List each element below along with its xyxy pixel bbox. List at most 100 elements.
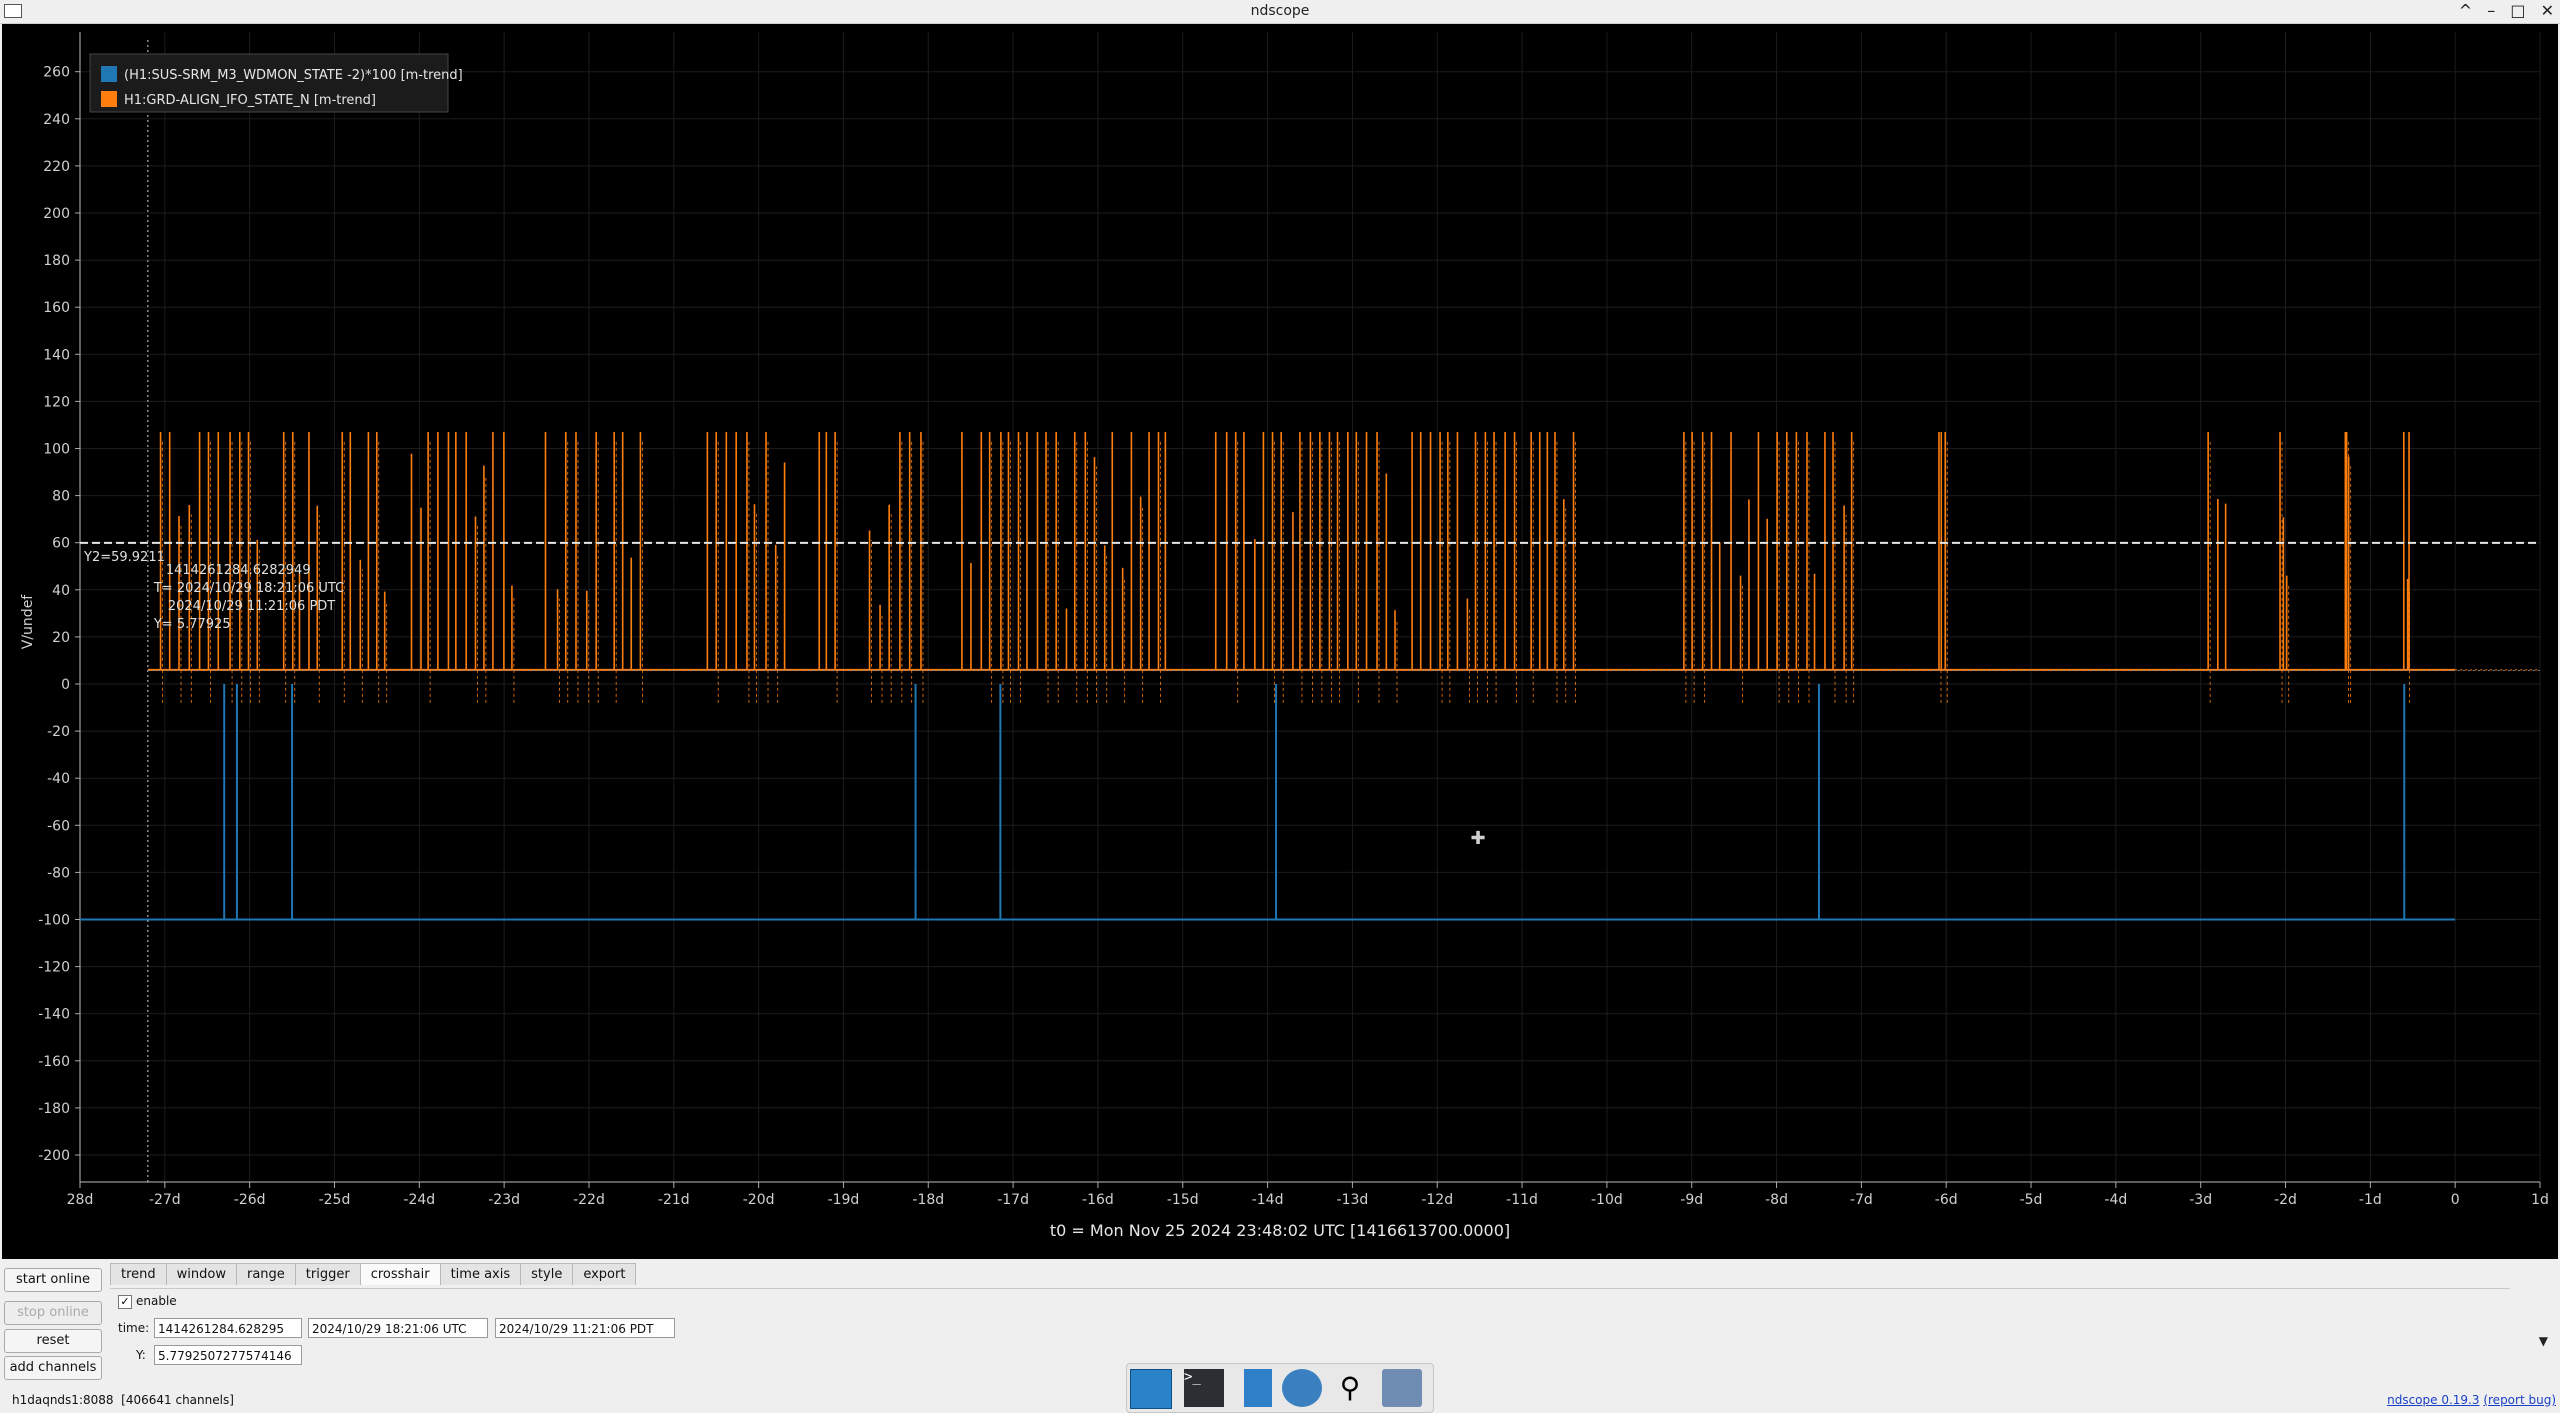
y-value-field[interactable]: 5.7792507277574146 <box>154 1345 302 1365</box>
search-icon[interactable]: ⚲ <box>1330 1369 1370 1407</box>
x-tick-label: 0 <box>2451 1192 2460 1208</box>
y2-label: Y2=59.9211 <box>83 550 165 565</box>
t0-label: t0 = Mon Nov 25 2024 23:48:02 UTC [14166… <box>1050 1221 1510 1240</box>
x-tick-label: -3d <box>2189 1192 2212 1208</box>
terminal-icon[interactable]: >_ <box>1184 1369 1224 1407</box>
tab-crosshair[interactable]: crosshair <box>359 1263 441 1285</box>
x-tick-label: -10d <box>1591 1192 1623 1208</box>
y-tick-label: 180 <box>43 253 70 269</box>
web-browser-icon[interactable] <box>1282 1369 1322 1407</box>
y-tick-label: -120 <box>38 960 70 976</box>
time-label: time: <box>118 1321 150 1335</box>
tab-time-axis[interactable]: time axis <box>439 1263 522 1285</box>
x-tick-label: 28d <box>67 1192 94 1208</box>
tab-range[interactable]: range <box>235 1263 296 1285</box>
y-tick-label: 40 <box>52 583 70 599</box>
y-tick-label: 160 <box>43 300 70 316</box>
y-tick-label: 200 <box>43 206 70 222</box>
crosshair-pdt: 2024/10/29 11:21:06 PDT <box>168 599 335 614</box>
y-axis-label: V/undef <box>20 594 36 650</box>
version-link[interactable]: ndscope 0.19.3 <box>2387 1393 2479 1407</box>
y-tick-label: 120 <box>43 394 70 410</box>
x-tick-label: -17d <box>997 1192 1029 1208</box>
trend-plot[interactable]: 260240220200180160140120100806040200-20-… <box>2 24 2558 1259</box>
x-tick-label: -25d <box>319 1192 351 1208</box>
y-tick-label: -40 <box>47 771 70 787</box>
legend-entry: (H1:SUS-SRM_M3_WDMON_STATE -2)*100 [m-tr… <box>124 68 463 83</box>
crosshair-gps: 1414261284.6282949 <box>166 563 311 578</box>
y-tick-label: 80 <box>52 489 70 505</box>
stop-online-button: stop online <box>4 1301 102 1325</box>
time-gps-field[interactable]: 1414261284.628295 <box>154 1318 302 1338</box>
tab-export[interactable]: export <box>572 1263 637 1285</box>
y-tick-label: 220 <box>43 159 70 175</box>
collapse-arrow-icon[interactable]: ▼ <box>2539 1334 2548 1348</box>
y-tick-label: -200 <box>38 1148 70 1164</box>
x-tick-label: -16d <box>1082 1192 1114 1208</box>
crosshair-y: Y= 5.77925 <box>153 617 231 632</box>
tab-trend[interactable]: trend <box>110 1263 167 1285</box>
reset-button[interactable]: reset <box>4 1329 102 1353</box>
x-tick-label: 1d <box>2531 1192 2549 1208</box>
crosshair-utc: T= 2024/10/29 18:21:06 UTC <box>153 581 344 596</box>
tab-trigger[interactable]: trigger <box>294 1263 361 1285</box>
x-tick-label: -5d <box>2020 1192 2043 1208</box>
settings-tabs: trend window range trigger crosshair time axi… <box>110 1263 637 1288</box>
x-tick-label: -11d <box>1506 1192 1538 1208</box>
y-tick-label: 0 <box>61 677 70 693</box>
y-tick-label: -100 <box>38 913 70 929</box>
x-tick-label: -1d <box>2359 1192 2382 1208</box>
minimize-icon[interactable]: – <box>2487 1 2495 20</box>
server-label: h1daqnds1:8088 <box>12 1393 114 1407</box>
enable-checkbox[interactable]: ✓ <box>118 1295 132 1309</box>
x-tick-label: -2d <box>2274 1192 2297 1208</box>
y-tick-label: 260 <box>43 65 70 81</box>
report-bug-link[interactable]: (report bug) <box>2483 1393 2556 1407</box>
window-title: ndscope <box>1250 3 1310 19</box>
y-tick-label: 140 <box>43 347 70 363</box>
plot-area[interactable]: 260 240 220 200 180 160 140 120 100 80 60 40 20 0 -20-… <box>2 24 2558 1259</box>
legend-swatch <box>101 66 117 82</box>
version-info: ndscope 0.19.3 (report bug) <box>2387 1393 2556 1407</box>
start-online-label: start online <box>15 1272 91 1287</box>
x-tick-label: -23d <box>488 1192 520 1208</box>
y-tick-label: -160 <box>38 1054 70 1070</box>
taskbar-dock: >_ ⚲ <box>1126 1363 1434 1413</box>
channel-count: [406641 channels] <box>121 1393 234 1407</box>
x-tick-label: -13d <box>1337 1192 1369 1208</box>
file-manager-icon[interactable] <box>1382 1369 1422 1407</box>
x-tick-label: -4d <box>2104 1192 2127 1208</box>
shade-icon[interactable]: ^ <box>2459 1 2472 20</box>
start-online-button[interactable]: start online <box>4 1268 102 1292</box>
y-tick-label: -60 <box>47 818 70 834</box>
time-pdt-field[interactable]: 2024/10/29 11:21:06 PDT <box>495 1318 675 1338</box>
status-bar: h1daqnds1:8088 [406641 channels] <box>12 1393 234 1407</box>
stop-online-label: stop online <box>17 1305 89 1320</box>
reset-label: reset <box>36 1333 70 1348</box>
enable-label: enable <box>136 1294 177 1308</box>
y-tick-label: -140 <box>38 1007 70 1023</box>
x-tick-label: -7d <box>1850 1192 1873 1208</box>
maximize-icon[interactable]: □ <box>2510 1 2525 20</box>
close-icon[interactable]: ✕ <box>2541 1 2554 20</box>
time-utc-field[interactable]: 2024/10/29 18:21:06 UTC <box>308 1318 488 1338</box>
mouse-cursor-icon: ✚ <box>1470 828 1485 849</box>
x-tick-label: -19d <box>828 1192 860 1208</box>
x-tick-label: -18d <box>912 1192 944 1208</box>
y-tick-label: -80 <box>47 865 70 881</box>
legend-swatch <box>101 91 117 107</box>
x-tick-label: -22d <box>573 1192 605 1208</box>
x-tick-label: -27d <box>149 1192 181 1208</box>
add-channels-button[interactable]: add channels <box>4 1356 102 1380</box>
x-tick-label: -6d <box>1935 1192 1958 1208</box>
x-tick-label: -15d <box>1167 1192 1199 1208</box>
tab-style[interactable]: style <box>520 1263 574 1285</box>
title-bar: ndscope ^ – □ ✕ <box>0 0 2560 24</box>
y-tick-label: 100 <box>43 442 70 458</box>
text-editor-icon[interactable] <box>1244 1369 1272 1407</box>
y-label: Y: <box>136 1348 146 1362</box>
tab-window[interactable]: window <box>165 1263 237 1285</box>
desktop-icon[interactable] <box>1130 1369 1172 1409</box>
y-tick-label: 20 <box>52 630 70 646</box>
y-tick-label: 240 <box>43 112 70 128</box>
